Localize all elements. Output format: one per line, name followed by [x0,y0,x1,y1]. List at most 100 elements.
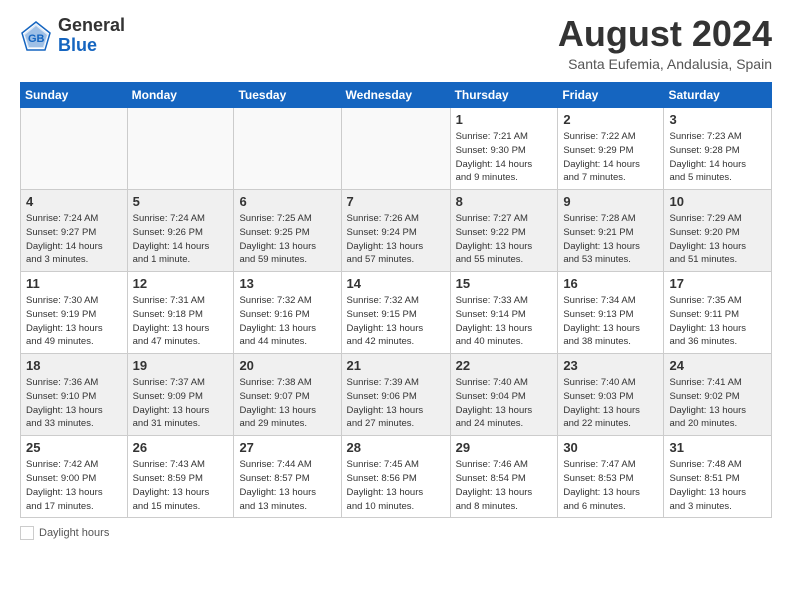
day-number: 4 [26,194,122,209]
day-info: Sunrise: 7:42 AM Sunset: 9:00 PM Dayligh… [26,458,122,513]
calendar-cell: 14Sunrise: 7:32 AM Sunset: 9:15 PM Dayli… [341,272,450,354]
day-number: 16 [563,276,658,291]
calendar-cell: 27 Sunrise: 7:44 AM Sunset: 8:57 PM Dayli… [234,436,341,518]
day-number: 24 [669,358,766,373]
calendar-week-row: 25 Sunrise: 7:42 AM Sunset: 9:00 PM Dayli… [21,436,772,518]
calendar-cell: 15 Sunrise: 7:33 AM Sunset: 9:14 PM Dayli… [450,272,558,354]
day-number: 26 [133,440,229,455]
weekday-header-wednesday: Wednesday [341,83,450,108]
logo-text: General Blue [58,16,125,56]
day-number: 17 [669,276,766,291]
day-number: 13 [239,276,335,291]
calendar-cell [341,108,450,190]
location-subtitle: Santa Eufemia, Andalusia, Spain [558,56,772,72]
logo-general: General [58,16,125,36]
day-info: Sunrise: 7:27 AM Sunset: 9:22 PM Dayligh… [456,212,553,267]
day-info: Sunrise: 7:48 AM Sunset: 8:51 PM Dayligh… [669,458,766,513]
day-number: 29 [456,440,553,455]
calendar-cell: 19 Sunrise: 7:37 AM Sunset: 9:09 PM Dayli… [127,354,234,436]
calendar-cell: 5Sunrise: 7:24 AM Sunset: 9:26 PM Daylig… [127,190,234,272]
day-info: Sunrise: 7:36 AM Sunset: 9:10 PM Dayligh… [26,376,122,431]
calendar-cell: 11Sunrise: 7:30 AM Sunset: 9:19 PM Dayli… [21,272,128,354]
calendar-cell: 23Sunrise: 7:40 AM Sunset: 9:03 PM Dayli… [558,354,664,436]
day-info: Sunrise: 7:30 AM Sunset: 9:19 PM Dayligh… [26,294,122,349]
day-number: 6 [239,194,335,209]
day-info: Sunrise: 7:31 AM Sunset: 9:18 PM Dayligh… [133,294,229,349]
calendar-cell [21,108,128,190]
calendar-cell: 25 Sunrise: 7:42 AM Sunset: 9:00 PM Dayli… [21,436,128,518]
day-number: 23 [563,358,658,373]
day-info: Sunrise: 7:29 AM Sunset: 9:20 PM Dayligh… [669,212,766,267]
calendar-cell: 28 Sunrise: 7:45 AM Sunset: 8:56 PM Dayli… [341,436,450,518]
svg-text:GB: GB [28,33,45,45]
day-number: 25 [26,440,122,455]
day-info: Sunrise: 7:46 AM Sunset: 8:54 PM Dayligh… [456,458,553,513]
day-info: Sunrise: 7:22 AM Sunset: 9:29 PM Dayligh… [563,130,658,185]
day-info: Sunrise: 7:45 AM Sunset: 8:56 PM Dayligh… [347,458,445,513]
day-number: 15 [456,276,553,291]
calendar-cell: 24 Sunrise: 7:41 AM Sunset: 9:02 PM Dayli… [664,354,772,436]
day-info: Sunrise: 7:39 AM Sunset: 9:06 PM Dayligh… [347,376,445,431]
day-number: 21 [347,358,445,373]
day-number: 2 [563,112,658,127]
day-number: 1 [456,112,553,127]
page: GB General Blue August 2024 Santa Eufemi… [0,0,792,612]
day-info: Sunrise: 7:21 AM Sunset: 9:30 PM Dayligh… [456,130,553,185]
day-number: 7 [347,194,445,209]
calendar-cell: 4 Sunrise: 7:24 AM Sunset: 9:27 PM Daylig… [21,190,128,272]
day-info: Sunrise: 7:33 AM Sunset: 9:14 PM Dayligh… [456,294,553,349]
day-number: 10 [669,194,766,209]
calendar-week-row: 1 Sunrise: 7:21 AM Sunset: 9:30 PM Daylig… [21,108,772,190]
calendar-cell: 8 Sunrise: 7:27 AM Sunset: 9:22 PM Daylig… [450,190,558,272]
day-info: Sunrise: 7:37 AM Sunset: 9:09 PM Dayligh… [133,376,229,431]
day-info: Sunrise: 7:28 AM Sunset: 9:21 PM Dayligh… [563,212,658,267]
logo-blue: Blue [58,36,125,56]
calendar-cell: 29 Sunrise: 7:46 AM Sunset: 8:54 PM Dayli… [450,436,558,518]
day-info: Sunrise: 7:24 AM Sunset: 9:27 PM Dayligh… [26,212,122,267]
calendar-cell [234,108,341,190]
day-info: Sunrise: 7:35 AM Sunset: 9:11 PM Dayligh… [669,294,766,349]
weekday-header-thursday: Thursday [450,83,558,108]
day-number: 8 [456,194,553,209]
day-info: Sunrise: 7:47 AM Sunset: 8:53 PM Dayligh… [563,458,658,513]
day-info: Sunrise: 7:24 AM Sunset: 9:26 PM Dayligh… [133,212,229,267]
legend-item-white: Daylight hours [20,526,109,540]
month-title: August 2024 [558,16,772,52]
day-number: 30 [563,440,658,455]
day-info: Sunrise: 7:23 AM Sunset: 9:28 PM Dayligh… [669,130,766,185]
day-info: Sunrise: 7:41 AM Sunset: 9:02 PM Dayligh… [669,376,766,431]
calendar-cell: 12Sunrise: 7:31 AM Sunset: 9:18 PM Dayli… [127,272,234,354]
calendar-week-row: 4 Sunrise: 7:24 AM Sunset: 9:27 PM Daylig… [21,190,772,272]
weekday-row: SundayMondayTuesdayWednesdayThursdayFrid… [21,83,772,108]
calendar-cell: 30 Sunrise: 7:47 AM Sunset: 8:53 PM Dayli… [558,436,664,518]
calendar-cell: 10 Sunrise: 7:29 AM Sunset: 9:20 PM Dayli… [664,190,772,272]
day-info: Sunrise: 7:44 AM Sunset: 8:57 PM Dayligh… [239,458,335,513]
calendar-cell: 26 Sunrise: 7:43 AM Sunset: 8:59 PM Dayli… [127,436,234,518]
day-number: 9 [563,194,658,209]
calendar-cell: 7 Sunrise: 7:26 AM Sunset: 9:24 PM Daylig… [341,190,450,272]
legend-label-white: Daylight hours [39,527,109,539]
calendar-cell: 20 Sunrise: 7:38 AM Sunset: 9:07 PM Dayli… [234,354,341,436]
calendar-cell: 21 Sunrise: 7:39 AM Sunset: 9:06 PM Dayli… [341,354,450,436]
day-number: 19 [133,358,229,373]
calendar-cell: 1 Sunrise: 7:21 AM Sunset: 9:30 PM Daylig… [450,108,558,190]
calendar-week-row: 18Sunrise: 7:36 AM Sunset: 9:10 PM Dayli… [21,354,772,436]
day-number: 28 [347,440,445,455]
calendar-cell: 31Sunrise: 7:48 AM Sunset: 8:51 PM Dayli… [664,436,772,518]
day-info: Sunrise: 7:26 AM Sunset: 9:24 PM Dayligh… [347,212,445,267]
day-info: Sunrise: 7:32 AM Sunset: 9:16 PM Dayligh… [239,294,335,349]
legend: Daylight hours [20,526,772,540]
day-info: Sunrise: 7:34 AM Sunset: 9:13 PM Dayligh… [563,294,658,349]
weekday-header-saturday: Saturday [664,83,772,108]
calendar-cell: 22Sunrise: 7:40 AM Sunset: 9:04 PM Dayli… [450,354,558,436]
day-number: 27 [239,440,335,455]
day-info: Sunrise: 7:40 AM Sunset: 9:04 PM Dayligh… [456,376,553,431]
calendar-cell [127,108,234,190]
day-info: Sunrise: 7:43 AM Sunset: 8:59 PM Dayligh… [133,458,229,513]
calendar-cell: 9 Sunrise: 7:28 AM Sunset: 9:21 PM Daylig… [558,190,664,272]
calendar-cell: 3Sunrise: 7:23 AM Sunset: 9:28 PM Daylig… [664,108,772,190]
calendar-cell: 16 Sunrise: 7:34 AM Sunset: 9:13 PM Dayli… [558,272,664,354]
day-number: 20 [239,358,335,373]
calendar-cell: 13 Sunrise: 7:32 AM Sunset: 9:16 PM Dayli… [234,272,341,354]
day-info: Sunrise: 7:38 AM Sunset: 9:07 PM Dayligh… [239,376,335,431]
